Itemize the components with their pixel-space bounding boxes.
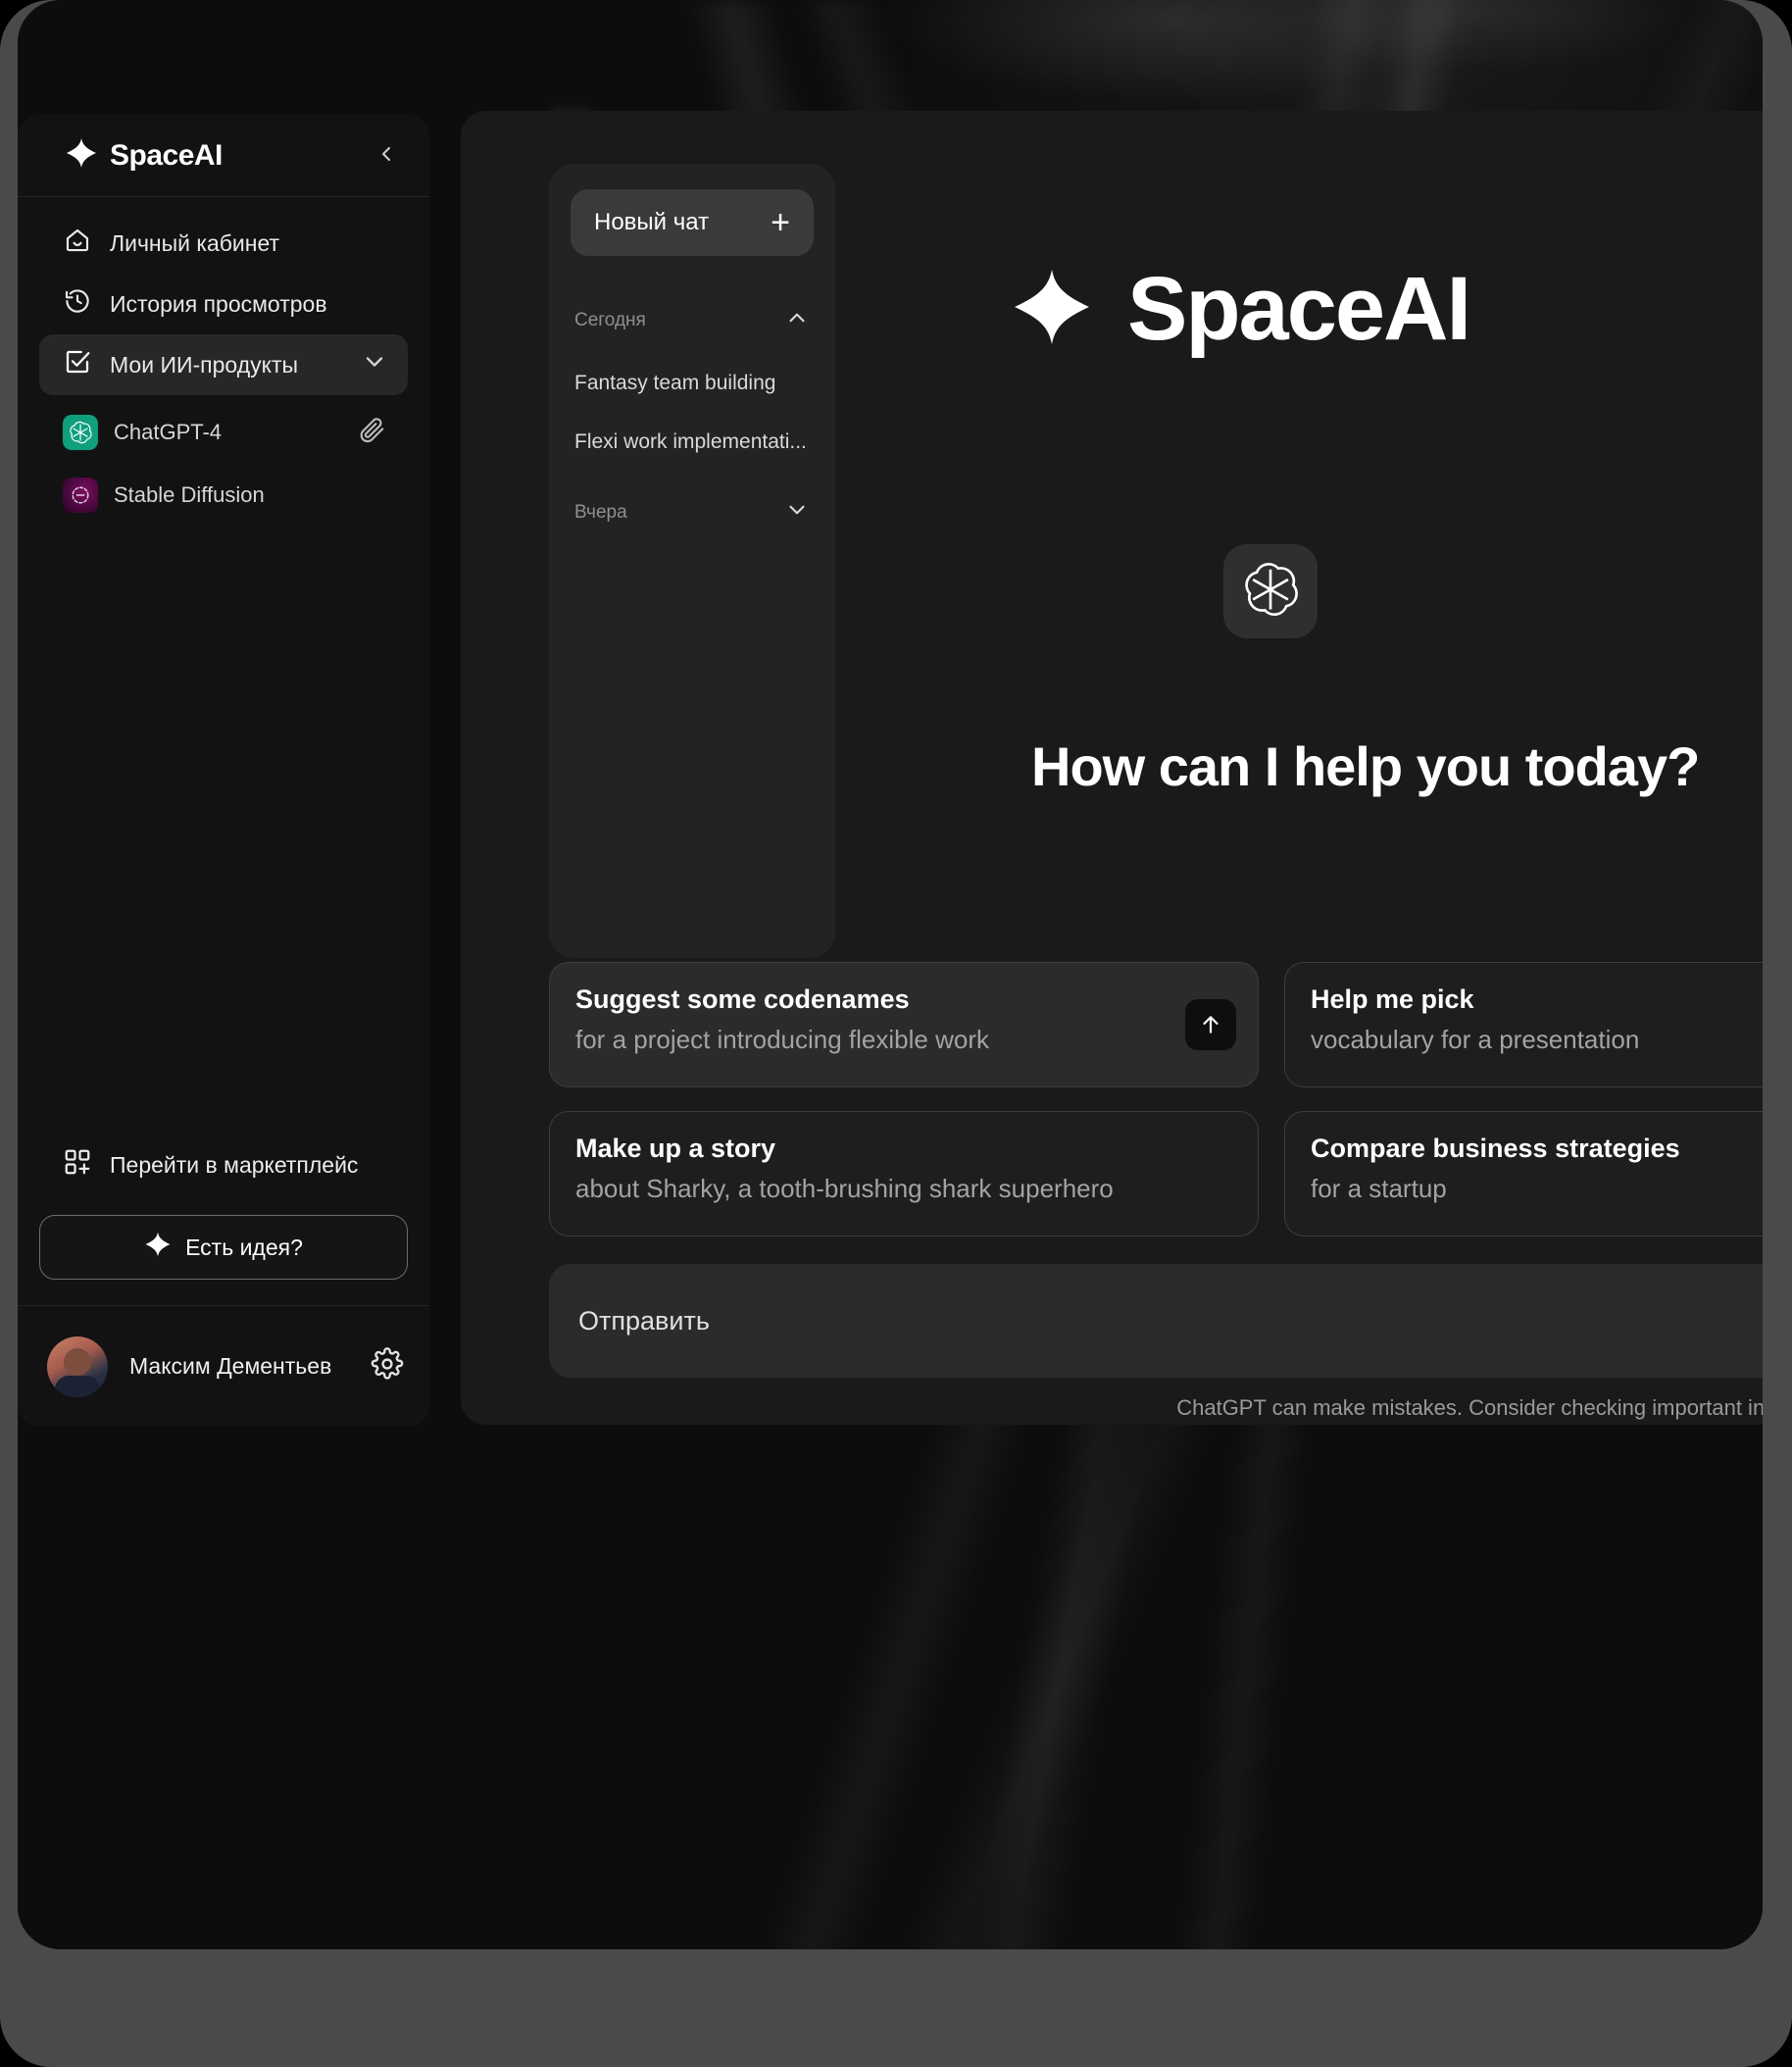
stable-diffusion-icon bbox=[63, 478, 98, 513]
sidebar-item-my-ai-products[interactable]: Мои ИИ-продукты bbox=[39, 334, 408, 395]
marketplace-label: Перейти в маркетплейс bbox=[110, 1151, 359, 1178]
suggestion-subtitle: vocabulary for a presentation bbox=[1311, 1025, 1640, 1054]
idea-button[interactable]: Есть идея? bbox=[39, 1215, 408, 1280]
sidebar: SpaceAI Личный кабинет История просмотро… bbox=[18, 115, 429, 1427]
idea-button-label: Есть идея? bbox=[185, 1234, 303, 1260]
greeting-heading: How can I help you today? bbox=[1031, 735, 1700, 797]
chat-group-label: Вчера bbox=[574, 502, 627, 523]
openai-icon bbox=[1242, 561, 1299, 623]
user-name: Максим Дементьев bbox=[129, 1353, 332, 1379]
brand-logo[interactable]: SpaceAI bbox=[65, 136, 369, 175]
suggestion-card[interactable]: Suggest some codenames for a project int… bbox=[549, 962, 1259, 1087]
suggestion-card[interactable]: Make up a story about Sharky, a tooth-br… bbox=[549, 1111, 1259, 1236]
chat-group-label: Сегодня bbox=[574, 310, 646, 330]
suggestion-subtitle: for a startup bbox=[1311, 1174, 1447, 1203]
suggestion-subtitle: about Sharky, a tooth-brushing shark sup… bbox=[575, 1174, 1114, 1203]
brand-name: SpaceAI bbox=[110, 138, 223, 172]
disclaimer-text: ChatGPT can make mistakes. Consider chec… bbox=[1176, 1395, 1763, 1420]
chat-group-header-yesterday[interactable]: Вчера bbox=[571, 497, 814, 529]
avatar bbox=[47, 1336, 108, 1397]
chevron-up-icon bbox=[784, 305, 810, 336]
hero-brand: SpaceAI bbox=[1010, 258, 1763, 361]
suggestion-card[interactable]: Help me pick vocabulary for a presentati… bbox=[1284, 962, 1763, 1087]
grid-plus-icon bbox=[63, 1147, 92, 1183]
home-icon bbox=[63, 226, 92, 261]
suggestion-title: Suggest some codenames bbox=[575, 984, 910, 1014]
main-panel: Новый чат + Сегодня Fantasy team buildin… bbox=[461, 111, 1763, 1425]
suggestion-title: Compare business strategies bbox=[1311, 1134, 1680, 1163]
sparkle-icon bbox=[144, 1231, 172, 1264]
suggestion-cards: Suggest some codenames for a project int… bbox=[549, 962, 1763, 1236]
marketplace-link[interactable]: Перейти в маркетплейс bbox=[18, 1134, 429, 1195]
paperclip-icon[interactable] bbox=[357, 415, 386, 450]
plus-icon: + bbox=[771, 204, 790, 241]
sidebar-item-label: История просмотров bbox=[110, 290, 327, 317]
chat-group-header-today[interactable]: Сегодня bbox=[571, 305, 814, 336]
suggestion-title: Help me pick bbox=[1311, 984, 1474, 1014]
sidebar-header: SpaceAI bbox=[18, 115, 429, 197]
sparkle-icon bbox=[1010, 265, 1094, 354]
chevron-left-icon[interactable] bbox=[369, 136, 404, 176]
chevron-down-icon bbox=[784, 497, 810, 529]
message-input-placeholder: Отправить bbox=[578, 1305, 710, 1336]
device-frame: Новый чат + Сегодня Fantasy team buildin… bbox=[0, 0, 1792, 2067]
sidebar-product-label: Stable Diffusion bbox=[114, 482, 265, 507]
sidebar-item-personal-cabinet[interactable]: Личный кабинет bbox=[39, 213, 408, 274]
sidebar-nav: Личный кабинет История просмотров Мои ИИ… bbox=[18, 197, 429, 395]
chevron-down-icon bbox=[361, 348, 388, 381]
chat-history-item[interactable]: Fantasy team building bbox=[571, 372, 814, 395]
sidebar-footer: Перейти в маркетплейс Есть идея? Максим … bbox=[18, 1134, 429, 1427]
suggestion-subtitle: for a project introducing flexible work bbox=[575, 1025, 989, 1054]
hero-brand-text: SpaceAI bbox=[1127, 259, 1471, 359]
sidebar-item-label: Личный кабинет bbox=[110, 229, 280, 256]
arrow-up-icon[interactable] bbox=[1185, 999, 1236, 1050]
openai-icon bbox=[63, 415, 98, 450]
gear-icon[interactable] bbox=[371, 1347, 404, 1386]
suggestion-card[interactable]: Compare business strategies for a startu… bbox=[1284, 1111, 1763, 1236]
sparkle-icon bbox=[65, 136, 98, 175]
sidebar-product-chatgpt4[interactable]: ChatGPT-4 bbox=[39, 401, 408, 464]
suggestion-title: Make up a story bbox=[575, 1134, 776, 1163]
sidebar-product-stable-diffusion[interactable]: Stable Diffusion bbox=[39, 464, 408, 527]
chat-history-panel: Новый чат + Сегодня Fantasy team buildin… bbox=[549, 164, 835, 958]
sidebar-item-history[interactable]: История просмотров bbox=[39, 274, 408, 334]
chat-history-item[interactable]: Flexi work implementati... bbox=[571, 430, 814, 454]
sidebar-product-label: ChatGPT-4 bbox=[114, 420, 223, 444]
new-chat-button[interactable]: Новый чат + bbox=[571, 189, 814, 256]
user-profile[interactable]: Максим Дементьев bbox=[18, 1305, 429, 1427]
checkbox-check-icon bbox=[63, 347, 92, 382]
sidebar-product-list: ChatGPT-4 Stable Diffusion bbox=[18, 395, 429, 527]
history-clock-icon bbox=[63, 286, 92, 322]
app-window: Новый чат + Сегодня Fantasy team buildin… bbox=[18, 0, 1763, 1949]
message-input[interactable]: Отправить bbox=[549, 1264, 1763, 1378]
sidebar-item-label: Мои ИИ-продукты bbox=[110, 351, 299, 378]
assistant-avatar bbox=[1223, 544, 1318, 638]
new-chat-label: Новый чат bbox=[594, 209, 710, 235]
